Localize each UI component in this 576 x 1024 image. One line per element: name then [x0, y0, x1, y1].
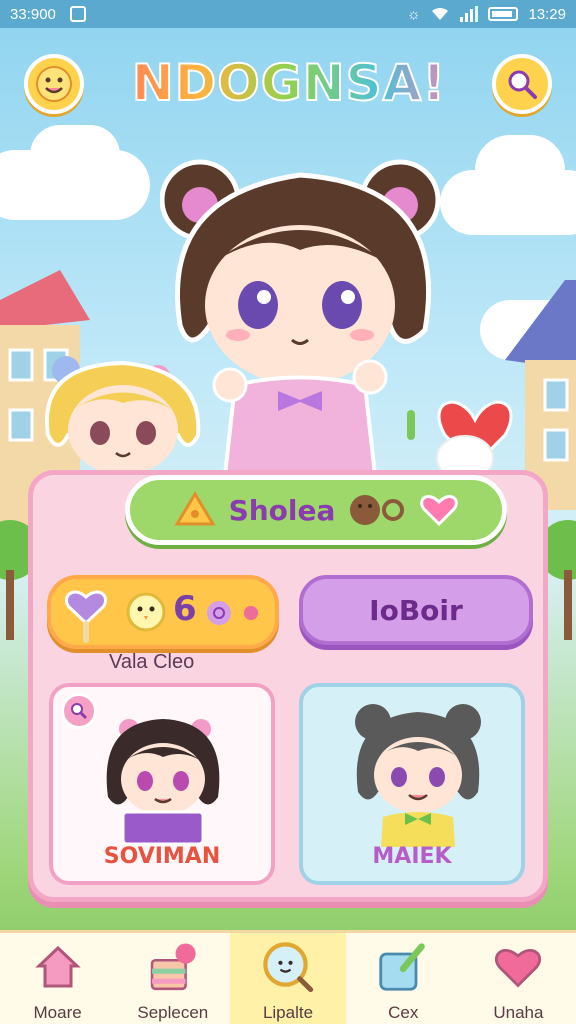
blonde-character-illustration	[44, 356, 201, 475]
nav-label: Moare	[33, 1003, 82, 1022]
search-icon	[508, 70, 537, 99]
character-card[interactable]: SOVIMAN	[49, 683, 275, 885]
status-bar: 33:900 ☼ 13:29	[0, 0, 576, 28]
home-icon	[32, 941, 84, 993]
chick-icon	[126, 592, 166, 632]
smiley-icon	[36, 66, 72, 102]
app-title: NDOGNSA!	[108, 53, 470, 113]
cloud	[30, 125, 120, 185]
main-panel: Sholea 6 Vala Cleo IoBoir SOVIMAN MAIEK	[28, 470, 548, 902]
signal-icon	[460, 6, 479, 22]
nav-item-home[interactable]: Moare	[0, 933, 115, 1024]
notification-icon	[69, 6, 86, 22]
cake-icon	[147, 941, 199, 993]
stat-label: Vala Cleo	[109, 651, 195, 673]
bottom-nav: Moare Seplecen Lipalte Cex Unaha	[0, 930, 576, 1024]
nav-label: Unaha	[493, 1003, 544, 1022]
stat-value: 6	[173, 589, 197, 629]
bear-ear-girl-illustration	[355, 704, 481, 847]
search-face-icon	[262, 941, 314, 993]
heart-balloon-illustration	[407, 400, 513, 475]
action-button[interactable]: IoBoir	[299, 575, 533, 645]
nav-item-paint[interactable]: Cex	[346, 933, 461, 1024]
card-label: SOVIMAN	[103, 844, 221, 869]
wifi-icon	[432, 7, 449, 20]
nav-item-search[interactable]: Lipalte	[230, 933, 346, 1024]
nav-item-heart[interactable]: Unaha	[461, 933, 576, 1024]
cloud	[475, 135, 565, 205]
heart-icon	[492, 941, 544, 993]
search-button[interactable]	[492, 54, 552, 114]
status-clock: 13:29	[528, 5, 566, 23]
girl-with-book-illustration	[106, 719, 220, 846]
paint-icon	[377, 941, 429, 993]
heart-lollipop-icon	[64, 590, 108, 643]
profile-button[interactable]	[24, 54, 84, 114]
spiral-icon	[207, 601, 258, 625]
panel-header: Sholea	[125, 475, 507, 545]
vibrate-icon: ☼	[406, 5, 421, 23]
cheese-icon	[173, 491, 216, 526]
heart-icon	[420, 495, 459, 527]
status-time: 33:900	[10, 5, 56, 23]
panel-title: Sholea	[228, 493, 336, 527]
nav-label: Cex	[388, 1003, 419, 1022]
nav-label: Seplecen	[137, 1003, 209, 1022]
cookie-icon	[350, 495, 405, 525]
card-label: MAIEK	[372, 844, 452, 869]
search-icon	[71, 703, 88, 720]
stat-pill[interactable]: 6	[47, 575, 279, 649]
nav-item-cake[interactable]: Seplecen	[115, 933, 230, 1024]
nav-label: Lipalte	[262, 1003, 314, 1022]
card-search-button[interactable]	[61, 693, 97, 729]
battery-icon	[488, 7, 519, 21]
character-card[interactable]: MAIEK	[299, 683, 525, 885]
header: NDOGNSA!	[0, 40, 576, 130]
